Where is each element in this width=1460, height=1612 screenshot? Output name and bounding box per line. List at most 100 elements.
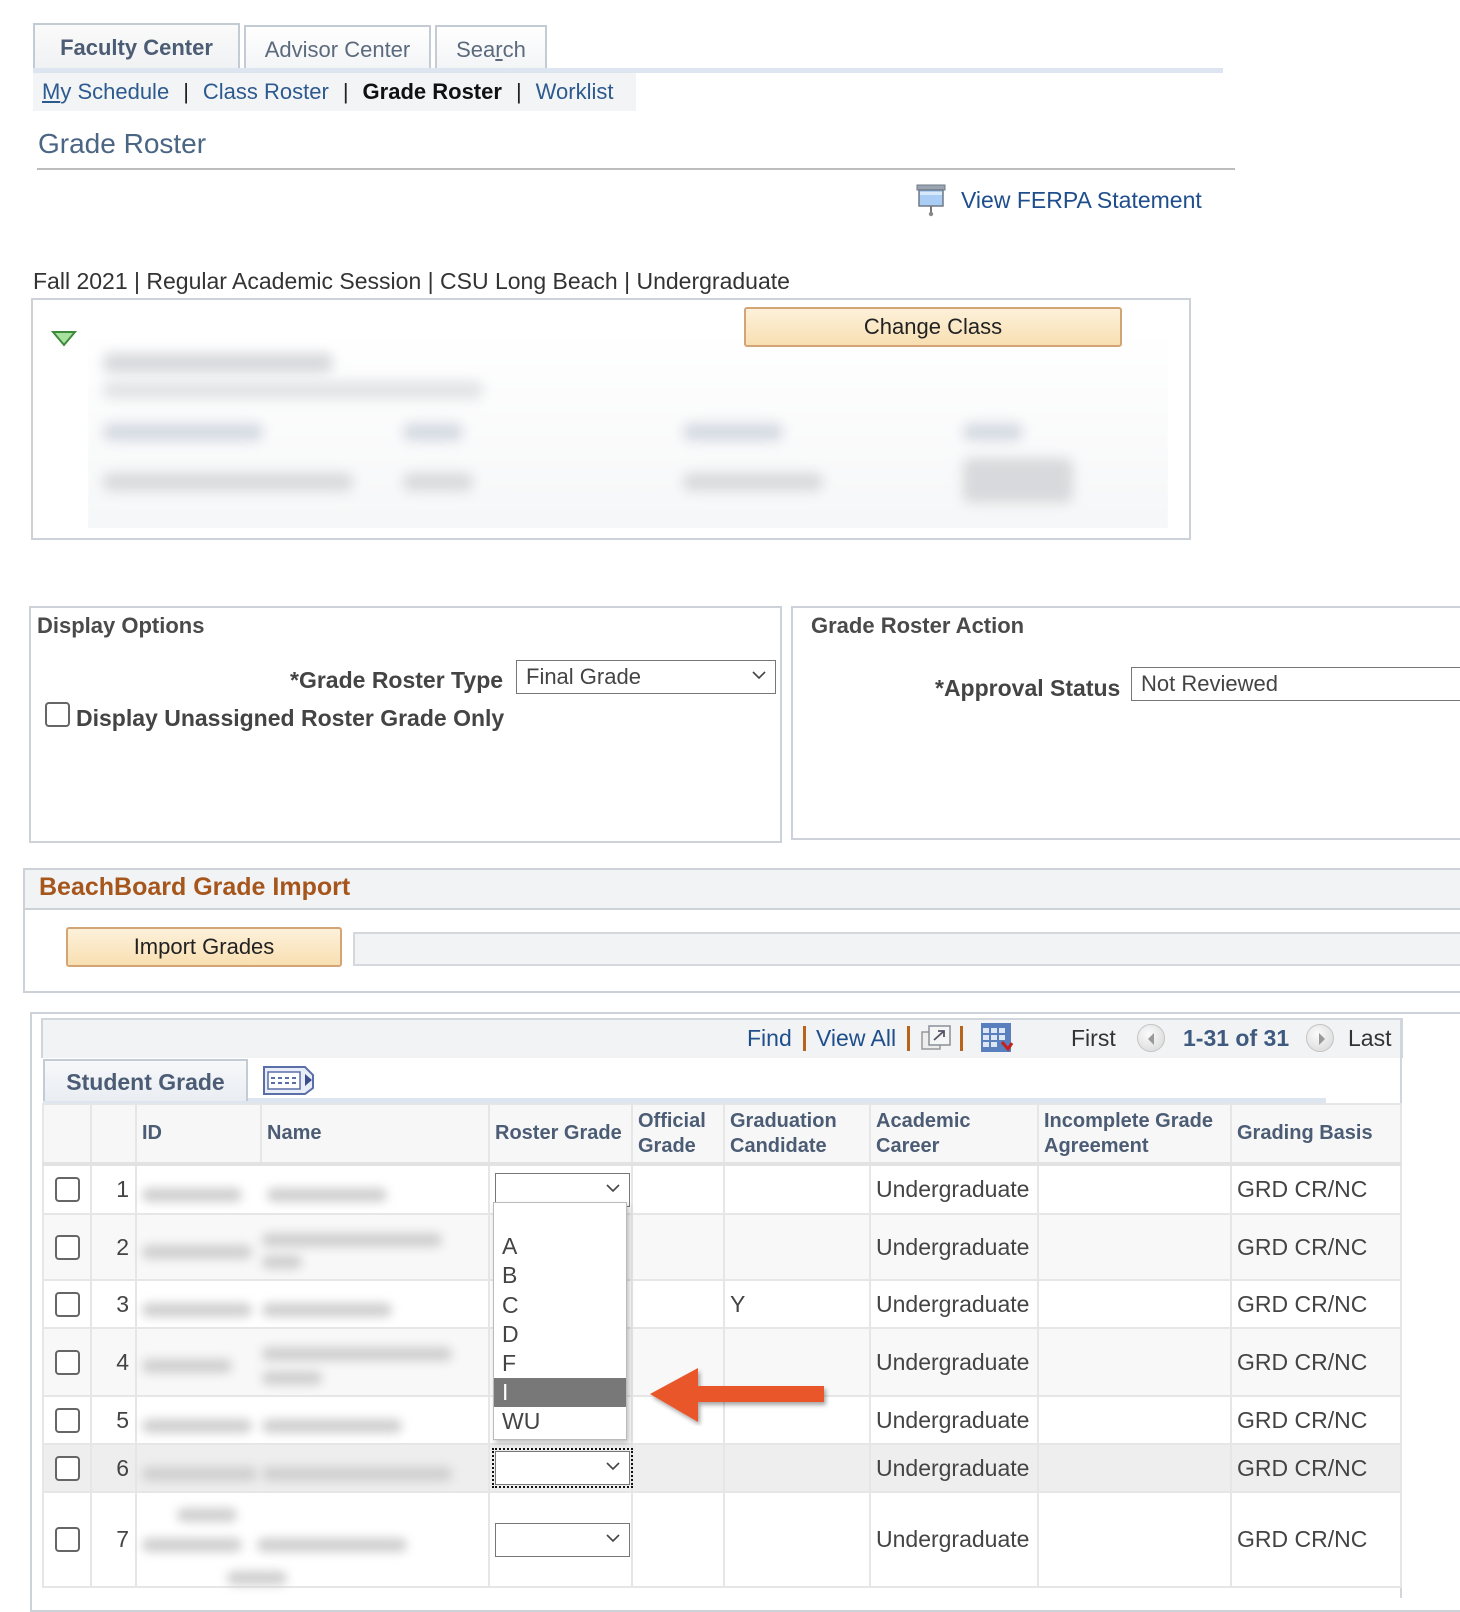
col-official-grade[interactable]: Official Grade bbox=[631, 1103, 725, 1166]
new-window-icon[interactable] bbox=[920, 1024, 954, 1052]
chevron-down-icon bbox=[606, 1533, 620, 1542]
nav-my-schedule[interactable]: My Schedule bbox=[42, 79, 169, 104]
view-all-link[interactable]: View All bbox=[816, 1022, 896, 1054]
dropdown-option[interactable]: C bbox=[494, 1291, 626, 1320]
table-row: 7 Undergraduate GRD CR/NC bbox=[42, 1491, 1402, 1588]
redacted-id-name bbox=[135, 1395, 490, 1445]
dropdown-option[interactable]: F bbox=[494, 1349, 626, 1378]
row-select-checkbox[interactable] bbox=[55, 1407, 80, 1433]
grade-roster-type-label: *Grade Roster Type bbox=[290, 667, 504, 693]
academic-career: Undergraduate bbox=[869, 1279, 1039, 1329]
graduation-candidate bbox=[723, 1443, 871, 1493]
ferpa-link-label[interactable]: View FERPA Statement bbox=[961, 187, 1202, 214]
nav-separator: | bbox=[183, 79, 189, 104]
row-select-checkbox[interactable] bbox=[55, 1349, 80, 1375]
graduation-candidate bbox=[723, 1213, 871, 1281]
grading-basis: GRD CR/NC bbox=[1230, 1491, 1402, 1588]
roster-grade-select[interactable] bbox=[492, 1448, 633, 1488]
redacted-id-name bbox=[135, 1443, 490, 1493]
approval-status-label: *Approval Status bbox=[935, 675, 1121, 701]
last-link[interactable]: Last bbox=[1348, 1022, 1391, 1054]
tab-search[interactable]: Search bbox=[435, 25, 547, 70]
redacted-text bbox=[262, 1303, 392, 1317]
tab-faculty-center[interactable]: Faculty Center bbox=[33, 23, 240, 70]
grade-roster-type-value: Final Grade bbox=[526, 664, 641, 689]
chevron-down-icon bbox=[752, 671, 766, 680]
tab-student-grade[interactable]: Student Grade bbox=[43, 1059, 248, 1101]
toolbar-separator bbox=[960, 1026, 963, 1051]
unassigned-only-label: Display Unassigned Roster Grade Only bbox=[76, 705, 505, 731]
page-title: Grade Roster bbox=[38, 128, 207, 159]
col-incomplete-agreement[interactable]: Incomplete Grade Agreement bbox=[1037, 1103, 1232, 1166]
redacted-id-name bbox=[135, 1327, 490, 1397]
redacted-text bbox=[262, 1419, 402, 1433]
change-class-button[interactable]: Change Class bbox=[744, 307, 1122, 347]
nav-separator: | bbox=[342, 79, 349, 104]
row-number: 3 bbox=[90, 1279, 137, 1329]
table-row: 1 Undergraduate GRD CR/NC bbox=[42, 1163, 1402, 1215]
redacted-text bbox=[262, 1371, 322, 1385]
row-number: 5 bbox=[90, 1395, 137, 1445]
dropdown-option[interactable]: WU bbox=[494, 1407, 626, 1436]
row-select-checkbox[interactable] bbox=[55, 1234, 80, 1260]
col-grading-basis[interactable]: Grading Basis bbox=[1230, 1103, 1402, 1166]
col-roster-grade[interactable]: Roster Grade bbox=[488, 1103, 633, 1166]
official-grade bbox=[631, 1491, 725, 1588]
dropdown-option[interactable]: A bbox=[494, 1232, 626, 1261]
download-spreadsheet-icon[interactable] bbox=[980, 1022, 1014, 1054]
incomplete-agreement bbox=[1037, 1491, 1232, 1588]
first-link[interactable]: First bbox=[1071, 1022, 1116, 1054]
dropdown-option[interactable] bbox=[494, 1203, 626, 1232]
dropdown-option[interactable]: B bbox=[494, 1261, 626, 1290]
dropdown-option[interactable]: I bbox=[494, 1378, 626, 1408]
col-row-number bbox=[90, 1103, 137, 1166]
row-select-checkbox[interactable] bbox=[55, 1291, 80, 1317]
incomplete-agreement bbox=[1037, 1213, 1232, 1281]
import-grades-button[interactable]: Import Grades bbox=[66, 927, 342, 967]
col-academic-career[interactable]: Academic Career bbox=[869, 1103, 1039, 1166]
redacted-id-name bbox=[135, 1163, 490, 1215]
row-select-checkbox[interactable] bbox=[55, 1527, 80, 1552]
select-cell bbox=[42, 1443, 92, 1493]
nav-class-roster[interactable]: Class Roster bbox=[203, 79, 329, 104]
nav-worklist[interactable]: Worklist bbox=[536, 79, 614, 104]
roster-grade-select[interactable] bbox=[495, 1522, 630, 1557]
incomplete-agreement bbox=[1037, 1443, 1232, 1493]
redacted-text bbox=[142, 1245, 252, 1259]
grade-roster-type-select[interactable]: Final Grade bbox=[516, 660, 776, 694]
col-name[interactable]: Name bbox=[260, 1103, 490, 1166]
roster-grade-dropdown-list[interactable]: A B C D F I WU bbox=[493, 1202, 627, 1440]
select-cell bbox=[42, 1279, 92, 1329]
display-options-title: Display Options bbox=[37, 613, 205, 638]
collapse-triangle-icon[interactable] bbox=[51, 330, 77, 348]
row-select-checkbox[interactable] bbox=[55, 1177, 80, 1202]
unassigned-only-checkbox[interactable] bbox=[45, 702, 70, 727]
select-cell bbox=[42, 1327, 92, 1397]
row-select-checkbox[interactable] bbox=[55, 1455, 80, 1481]
find-link[interactable]: Find bbox=[747, 1022, 792, 1054]
next-page-button[interactable] bbox=[1306, 1024, 1334, 1052]
dropdown-option[interactable]: D bbox=[494, 1320, 626, 1349]
tab-advisor-center[interactable]: Advisor Center bbox=[244, 25, 431, 70]
col-select bbox=[42, 1103, 92, 1166]
show-all-columns-icon[interactable] bbox=[261, 1064, 317, 1096]
redacted-text bbox=[262, 1255, 302, 1269]
redacted-text bbox=[142, 1303, 252, 1317]
sub-navigation: My Schedule | Class Roster | Grade Roster | Wo… bbox=[33, 73, 636, 111]
approval-status-select[interactable]: Not Reviewed bbox=[1131, 667, 1460, 701]
select-cell bbox=[42, 1163, 92, 1215]
redacted-text bbox=[177, 1508, 237, 1522]
approval-status-value: Not Reviewed bbox=[1141, 671, 1278, 696]
select-cell bbox=[42, 1491, 92, 1588]
col-id[interactable]: ID bbox=[135, 1103, 262, 1166]
beachboard-header: BeachBoard Grade Import bbox=[25, 870, 1460, 910]
redacted-text bbox=[262, 1233, 442, 1247]
previous-page-button[interactable] bbox=[1137, 1024, 1165, 1052]
ferpa-link[interactable]: View FERPA Statement bbox=[915, 183, 1202, 217]
col-graduation-candidate[interactable]: Graduation Candidate bbox=[723, 1103, 871, 1166]
select-cell bbox=[42, 1395, 92, 1445]
graduation-candidate bbox=[723, 1163, 871, 1215]
redacted-class-info bbox=[88, 333, 1168, 528]
chevron-down-icon bbox=[606, 1462, 620, 1471]
nav-separator: | bbox=[515, 79, 522, 104]
